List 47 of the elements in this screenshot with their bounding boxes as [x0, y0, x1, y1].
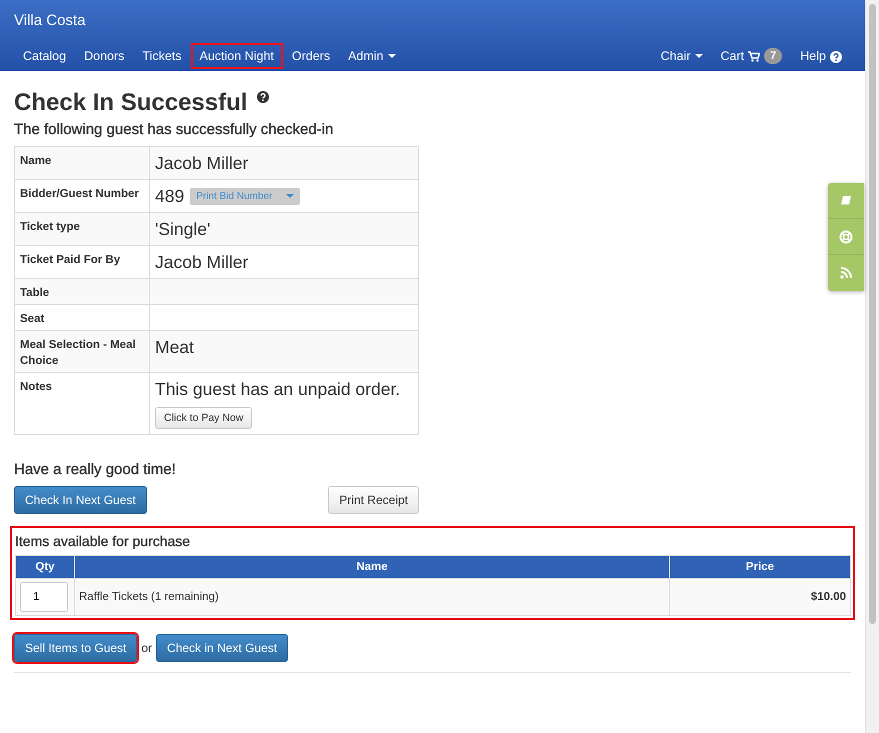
item-name: Raffle Tickets (1 remaining) — [74, 578, 670, 616]
nav-link[interactable]: Help — [791, 43, 851, 69]
nav-link[interactable]: Chair — [652, 43, 712, 69]
nav-link[interactable]: Catalog — [14, 43, 76, 69]
scrollbar[interactable] — [865, 0, 879, 733]
nav-link[interactable]: Tickets — [133, 43, 191, 69]
pay-now-button[interactable]: Click to Pay Now — [155, 407, 252, 429]
rss-icon — [840, 267, 852, 279]
caret-icon — [694, 54, 703, 58]
field-value: 'Single' — [155, 218, 212, 241]
cart-icon — [748, 50, 760, 62]
item-price: $10.00 — [670, 578, 850, 616]
help-icon — [830, 51, 842, 63]
page-subtitle: The following guest has successfully checked-in — [14, 121, 334, 138]
lifebuoy-icon — [839, 230, 853, 244]
caret-icon — [286, 194, 294, 198]
nav-link[interactable]: Orders — [282, 43, 340, 69]
field-label: Ticket type — [14, 212, 150, 246]
brand-link[interactable]: Villa Costa — [14, 0, 86, 36]
field-value: This guest has an unpaid order. — [155, 378, 402, 401]
nav-link[interactable]: Cart 7 — [712, 42, 792, 70]
column-header: Name — [74, 556, 670, 578]
field-value: Jacob Miller — [155, 251, 250, 274]
check-in-next-guest-button[interactable]: Check In Next Guest — [14, 486, 147, 514]
section-title: Items available for purchase — [15, 533, 192, 549]
nav-link[interactable]: Donors — [75, 43, 134, 69]
quantity-field[interactable]: 1 — [20, 582, 68, 612]
page-title: Check In Successful — [14, 89, 248, 117]
or-text: or — [141, 641, 152, 655]
help-icon — [257, 91, 270, 103]
print-receipt-button[interactable]: Print Receipt — [328, 486, 419, 514]
field-label: Meal Selection - Meal Choice — [14, 330, 150, 372]
sell-items-button[interactable]: Sell Items to Guest — [14, 634, 138, 662]
farewell-message: Have a really good time! — [14, 461, 177, 478]
field-value: Jacob Miller — [155, 152, 250, 175]
nav-link[interactable]: Admin — [339, 43, 405, 69]
field-label: Notes — [14, 372, 150, 434]
field-label: Name — [14, 146, 150, 180]
field-value: Meat — [155, 336, 195, 359]
column-header: Price — [670, 556, 850, 578]
caret-icon — [388, 54, 396, 58]
nav-link[interactable]: Auction Night — [190, 43, 283, 69]
column-header: Qty — [16, 556, 74, 578]
field-value: 489 — [155, 185, 184, 208]
field-label: Table — [14, 278, 150, 304]
check-in-next-guest-button[interactable]: Check in Next Guest — [156, 634, 288, 662]
cart-count-badge: 7 — [764, 48, 782, 64]
